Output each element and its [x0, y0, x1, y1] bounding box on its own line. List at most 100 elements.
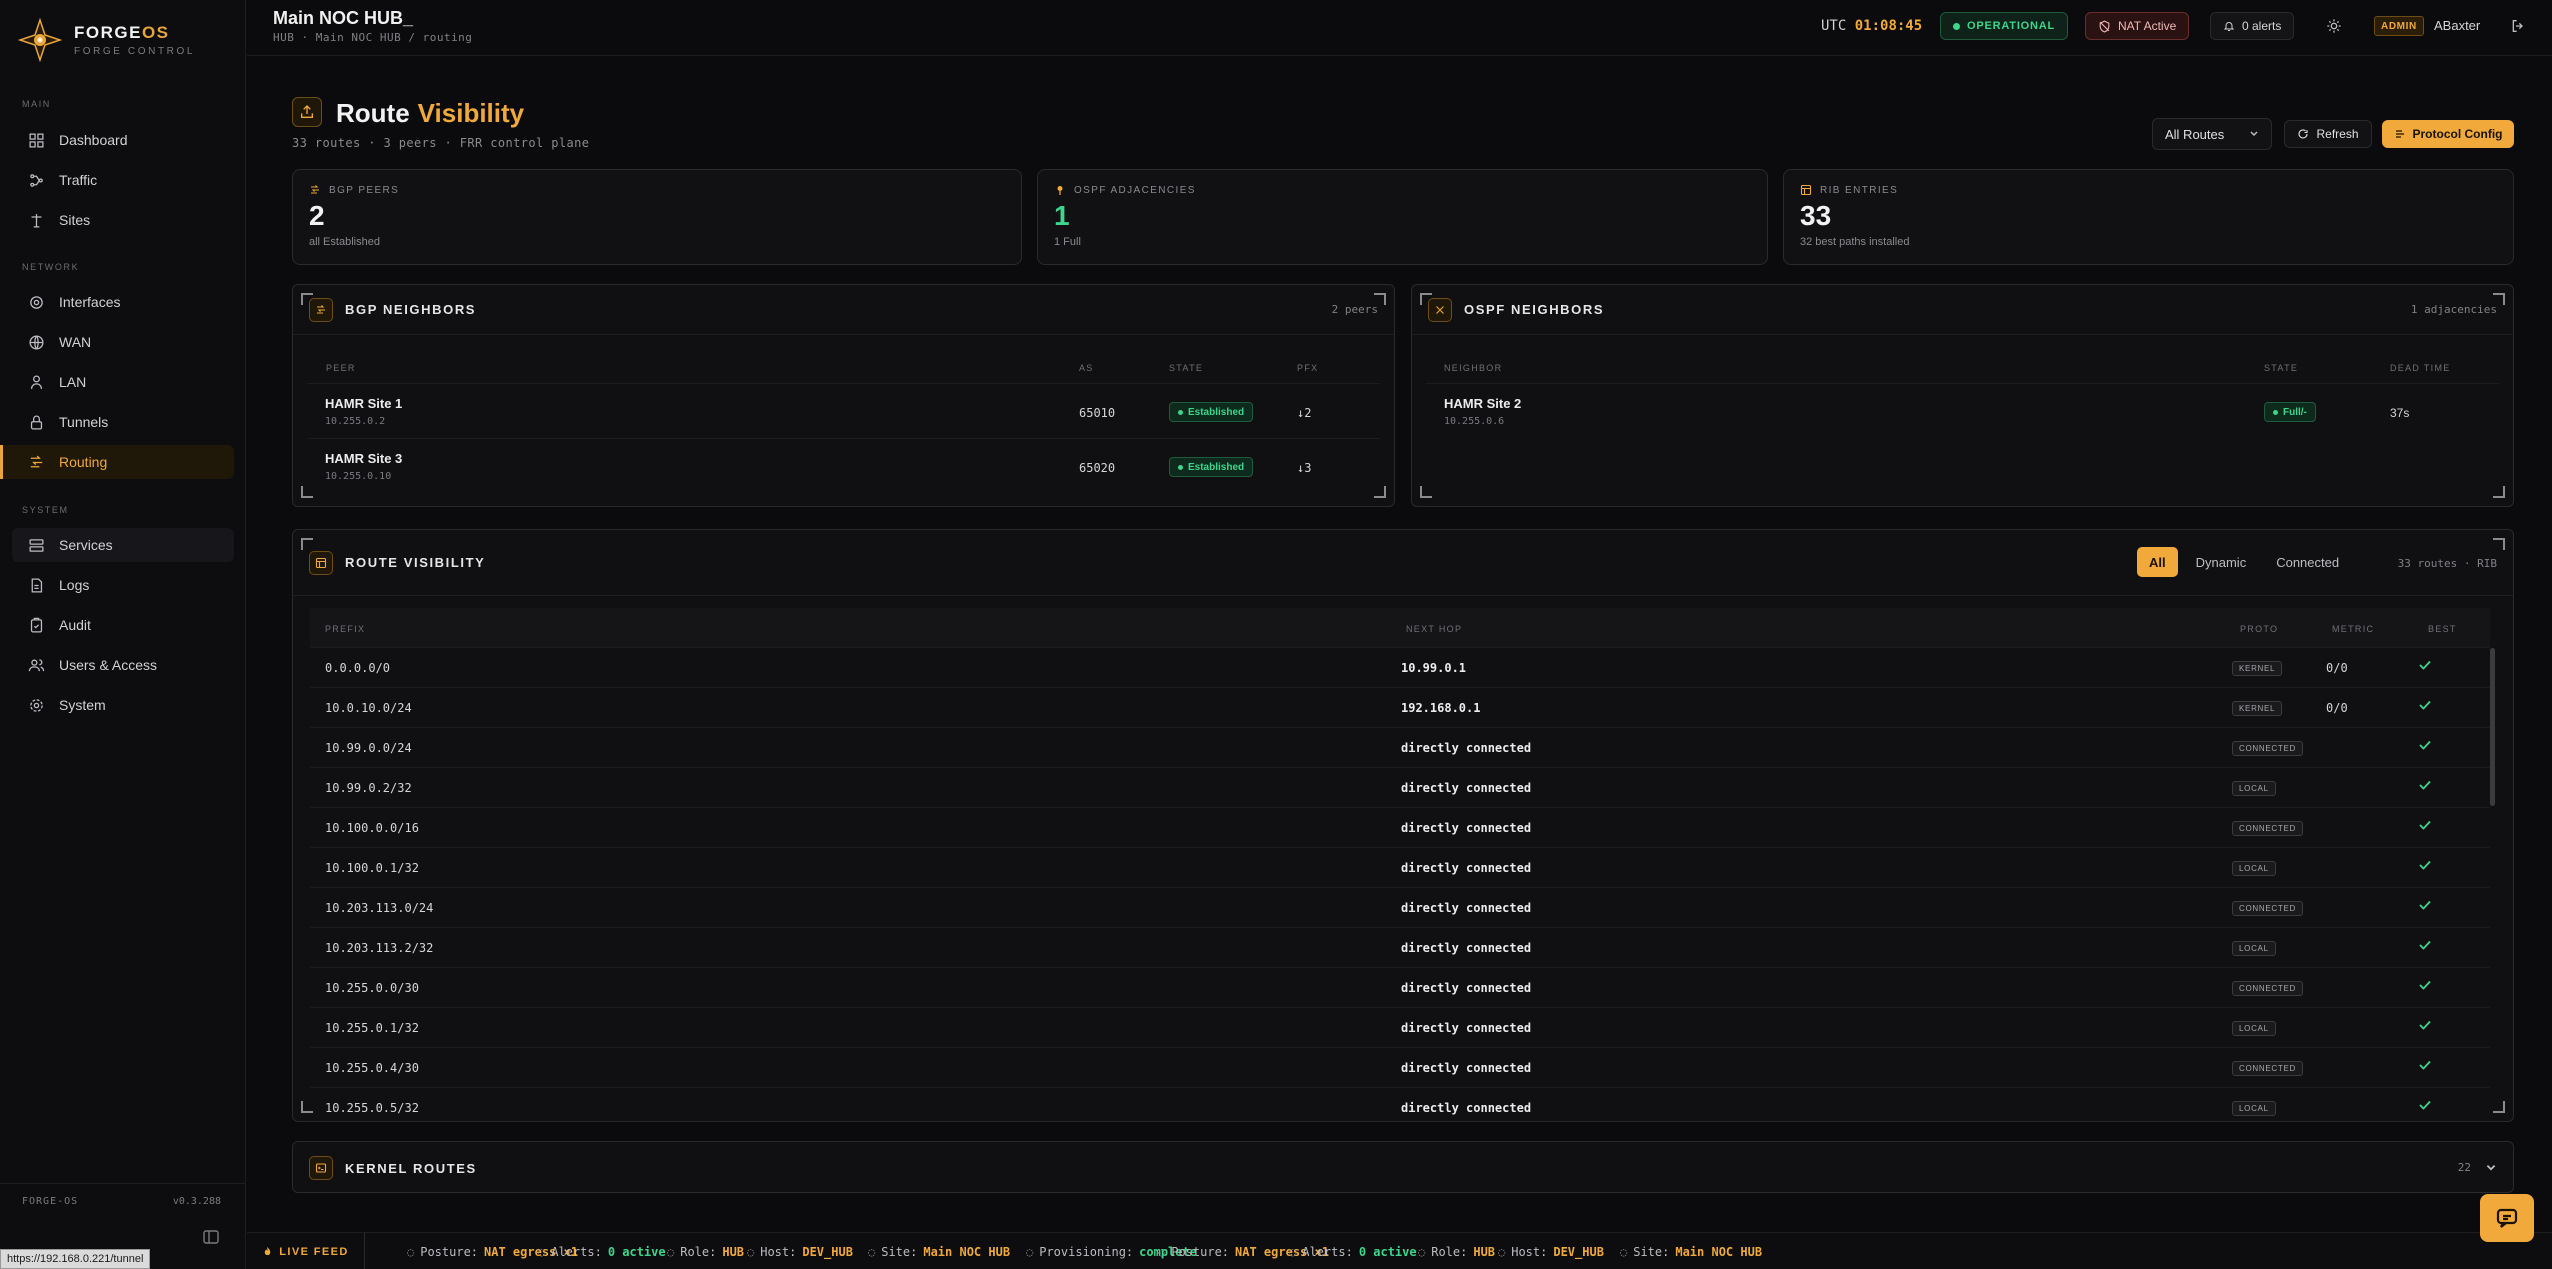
route-prefix: 10.99.0.2/32 — [325, 781, 412, 795]
ticker-item: ◌ Alerts: 0 active — [538, 1245, 666, 1259]
best-path-check-icon — [2419, 860, 2431, 870]
sidebar-item-services[interactable]: Services — [12, 528, 234, 562]
dashboard-icon — [29, 132, 44, 148]
table-row[interactable]: HAMR Site 1 10.255.0.2 65010 Established… — [307, 383, 1380, 439]
ospf-panel-icon — [1428, 297, 1452, 322]
proto-badge: LOCAL — [2232, 941, 2276, 956]
table-row[interactable]: 10.99.0.0/24 directly connected CONNECTED — [310, 728, 2490, 768]
table-row[interactable]: 10.255.0.5/32 directly connected LOCAL — [310, 1088, 2490, 1120]
nat-active-button[interactable]: NAT Active — [2085, 12, 2190, 40]
tab-all[interactable]: All — [2137, 547, 2178, 577]
route-prefix: 10.100.0.1/32 — [325, 861, 419, 875]
tab-connected[interactable]: Connected — [2264, 547, 2351, 577]
sidebar-item-dashboard[interactable]: Dashboard — [12, 123, 234, 157]
ticker-item: ◌ Host: DEV_HUB — [747, 1245, 853, 1259]
shield-icon: ◌ — [1158, 1245, 1166, 1259]
table-row[interactable]: 10.99.0.2/32 directly connected LOCAL — [310, 768, 2490, 808]
sidebar-item-system[interactable]: System — [12, 688, 234, 722]
chevron-down-icon[interactable] — [2485, 1162, 2497, 1174]
kernel-route-count: 22 — [2457, 1161, 2471, 1174]
sidebar-divider — [0, 1183, 246, 1184]
logout-icon[interactable] — [2510, 18, 2526, 34]
route-next-hop: directly connected — [1401, 781, 1532, 795]
column-header: AS — [1079, 363, 1094, 373]
route-next-hop: 10.99.0.1 — [1401, 661, 1467, 675]
page-subtitle: 33 routes · 3 peers · FRR control plane — [292, 136, 590, 150]
route-next-hop: 192.168.0.1 — [1401, 701, 1481, 715]
sidebar-item-interfaces[interactable]: Interfaces — [12, 285, 234, 319]
sidebar-item-audit[interactable]: Audit — [12, 608, 234, 642]
best-path-check-icon — [2419, 980, 2431, 990]
refresh-button[interactable]: Refresh — [2284, 120, 2372, 148]
sidebar: FORGEOS FORGE CONTROL MAIN Dashboard Tra… — [0, 0, 246, 1269]
sidebar-item-traffic[interactable]: Traffic — [12, 163, 234, 197]
terminal-icon — [309, 1156, 333, 1180]
alerts-button[interactable]: 0 alerts — [2210, 12, 2295, 40]
table-row[interactable]: 10.255.0.1/32 directly connected LOCAL — [310, 1008, 2490, 1048]
route-next-hop: directly connected — [1401, 941, 1532, 955]
bgp-neighbors-panel: BGP NEIGHBORS 2 peers PEER AS STATE PFX … — [292, 284, 1395, 507]
route-table-scrollbar[interactable] — [2490, 648, 2495, 806]
nav-section-main: MAIN — [22, 99, 51, 109]
bgp-icon — [311, 185, 319, 194]
sidebar-item-wan[interactable]: WAN — [12, 325, 234, 359]
sidebar-item-tunnels[interactable]: Tunnels — [12, 405, 234, 439]
theme-toggle-sun-icon[interactable] — [2326, 18, 2342, 34]
column-header: PFX — [1297, 363, 1319, 373]
table-row[interactable]: 10.203.113.2/32 directly connected LOCAL — [310, 928, 2490, 968]
proto-badge: KERNEL — [2232, 701, 2283, 716]
table-row[interactable]: 10.100.0.1/32 directly connected LOCAL — [310, 848, 2490, 888]
stat-card-bgp-peers: BGP PEERS 2 all Established — [292, 169, 1022, 265]
table-row[interactable]: 10.0.10.0/24 192.168.0.1 KERNEL 0/0 — [310, 688, 2490, 728]
route-table-header: PREFIX NEXT HOP PROTO METRIC BEST — [310, 608, 2490, 648]
chat-button[interactable] — [2480, 1194, 2534, 1242]
shield-icon: ◌ — [407, 1245, 415, 1259]
live-feed-label: LIVE FEED — [247, 1233, 365, 1269]
users-icon — [28, 658, 45, 671]
status-badge: Established — [1169, 457, 1254, 477]
sidebar-item-lan[interactable]: LAN — [12, 365, 234, 399]
route-metric: 0/0 — [2326, 701, 2348, 715]
table-row[interactable]: 0.0.0.0/0 10.99.0.1 KERNEL 0/0 — [310, 648, 2490, 688]
table-row[interactable]: 10.203.113.0/24 directly connected CONNECT… — [310, 888, 2490, 928]
table-row[interactable]: 10.255.0.4/30 directly connected CONNECTED — [310, 1048, 2490, 1088]
sidebar-item-logs[interactable]: Logs — [12, 568, 234, 602]
nat-shield-icon — [2099, 19, 2110, 32]
proto-badge: LOCAL — [2232, 1021, 2276, 1036]
protocol-config-button[interactable]: Protocol Config — [2382, 120, 2514, 148]
table-row[interactable]: HAMR Site 2 10.255.0.6 Full/- 37s — [1426, 383, 2499, 439]
best-path-check-icon — [2419, 900, 2431, 910]
tab-dynamic[interactable]: Dynamic — [2184, 547, 2259, 577]
sidebar-version: v0.3.288 — [172, 1196, 221, 1207]
chevron-down-icon — [2250, 131, 2258, 137]
table-row[interactable]: HAMR Site 3 10.255.0.10 65020 Establishe… — [307, 439, 1380, 495]
nav-section-network: NETWORK — [22, 262, 80, 272]
top-header: Main NOC HUB_ HUB · Main NOC HUB / routi… — [247, 0, 2552, 56]
table-row[interactable]: 10.255.0.0/30 directly connected CONNECTED — [310, 968, 2490, 1008]
route-metric: 0/0 — [2326, 661, 2348, 675]
sidebar-item-sites[interactable]: Sites — [12, 203, 234, 237]
best-path-check-icon — [2419, 1060, 2431, 1070]
stat-note: 1 Full — [1054, 236, 1081, 248]
audit-icon — [30, 617, 43, 633]
table-row[interactable]: 10.100.0.0/16 directly connected CONNECTED — [310, 808, 2490, 848]
proto-badge: CONNECTED — [2232, 821, 2303, 836]
proto-badge: CONNECTED — [2232, 981, 2303, 996]
user-name[interactable]: ABaxter — [2434, 18, 2480, 33]
route-prefix: 10.255.0.4/30 — [325, 1061, 419, 1075]
site-icon: ◌ — [1620, 1245, 1628, 1259]
best-path-check-icon — [2419, 660, 2431, 670]
brand[interactable]: FORGEOS FORGE CONTROL — [18, 18, 195, 62]
kernel-routes-panel[interactable]: KERNEL ROUTES 22 — [292, 1141, 2514, 1193]
stat-label: RIB ENTRIES — [1820, 184, 1899, 196]
collapse-sidebar-icon[interactable] — [203, 1230, 219, 1244]
proto-badge: LOCAL — [2232, 781, 2276, 796]
route-filter-select[interactable]: All Routes — [2152, 118, 2272, 150]
sidebar-item-routing[interactable]: Routing — [0, 445, 234, 479]
sidebar-item-users[interactable]: Users & Access — [12, 648, 234, 682]
route-filter-tabs: All Dynamic Connected — [2137, 545, 2351, 579]
forge-logo-icon — [18, 18, 62, 62]
proto-badge: CONNECTED — [2232, 1061, 2303, 1076]
page-title: Route Visibility — [336, 98, 525, 128]
column-header: STATE — [2264, 363, 2299, 373]
